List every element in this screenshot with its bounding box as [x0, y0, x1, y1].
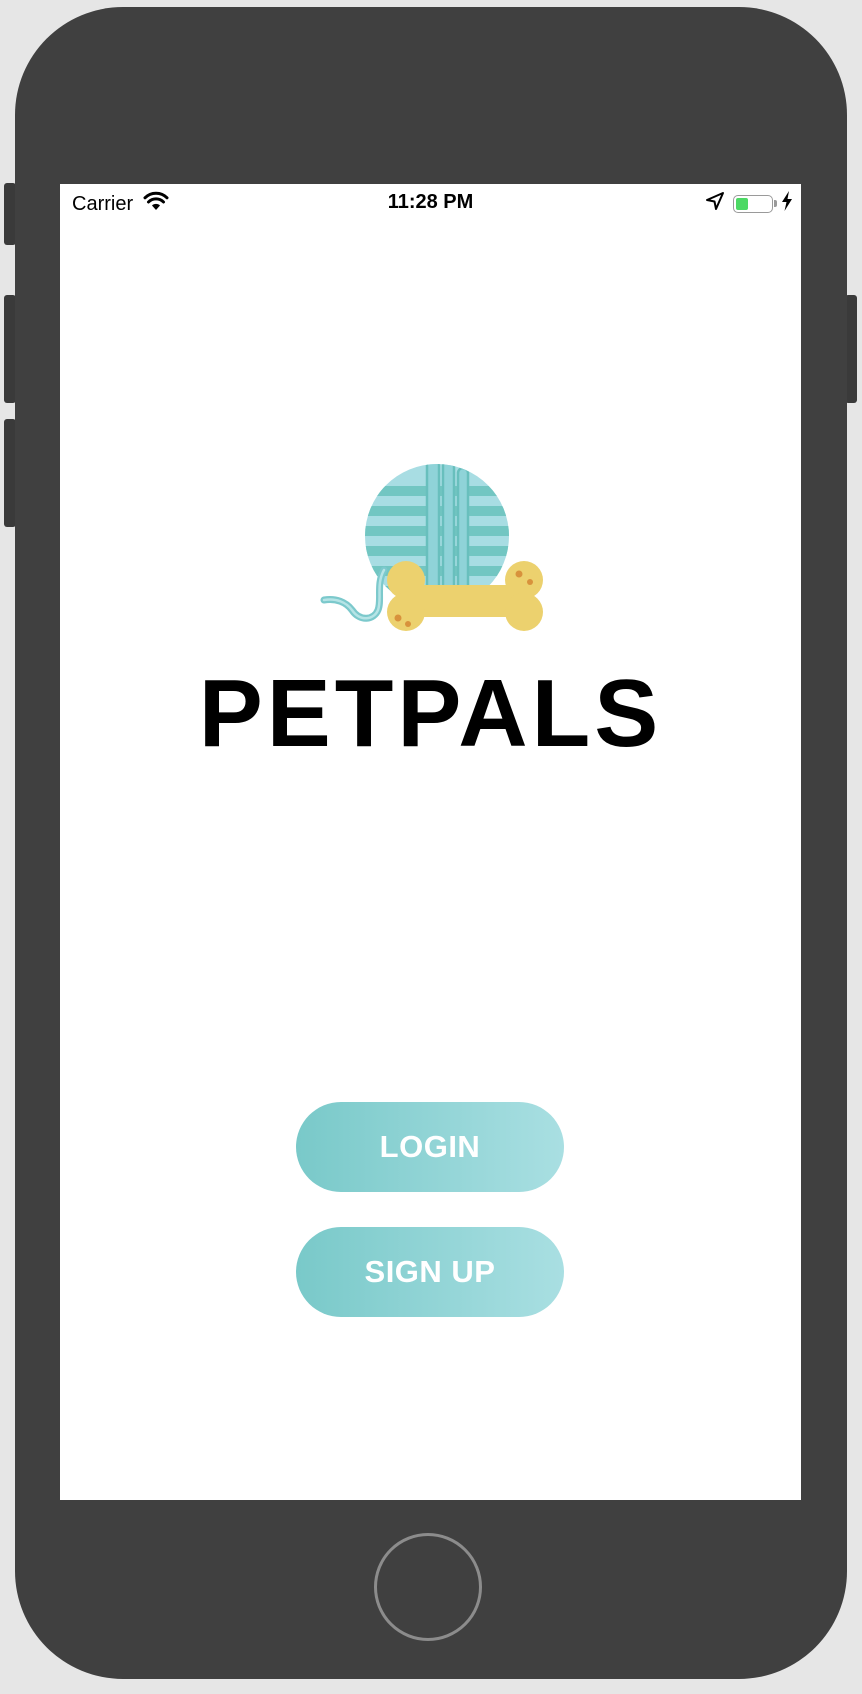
- home-button[interactable]: [374, 1533, 482, 1641]
- battery-icon: [733, 195, 777, 213]
- battery-level-fill: [736, 198, 748, 210]
- app-title: PETPALS: [198, 660, 663, 767]
- charging-bolt-icon: [781, 191, 793, 217]
- app-screen: Carrier 11:28 PM PETPALS LOGIN SIGN UP: [60, 184, 801, 1500]
- status-indicators: [705, 191, 793, 217]
- simulator-stage: Carrier 11:28 PM PETPALS LOGIN SIGN UP: [0, 0, 862, 1694]
- status-bar: Carrier 11:28 PM: [60, 184, 801, 224]
- location-arrow-icon: [705, 191, 725, 217]
- sign-up-button[interactable]: SIGN UP: [296, 1227, 564, 1317]
- status-time: 11:28 PM: [387, 191, 474, 213]
- login-button[interactable]: LOGIN: [296, 1102, 564, 1192]
- yarn-ball-bone-logo: [318, 450, 548, 640]
